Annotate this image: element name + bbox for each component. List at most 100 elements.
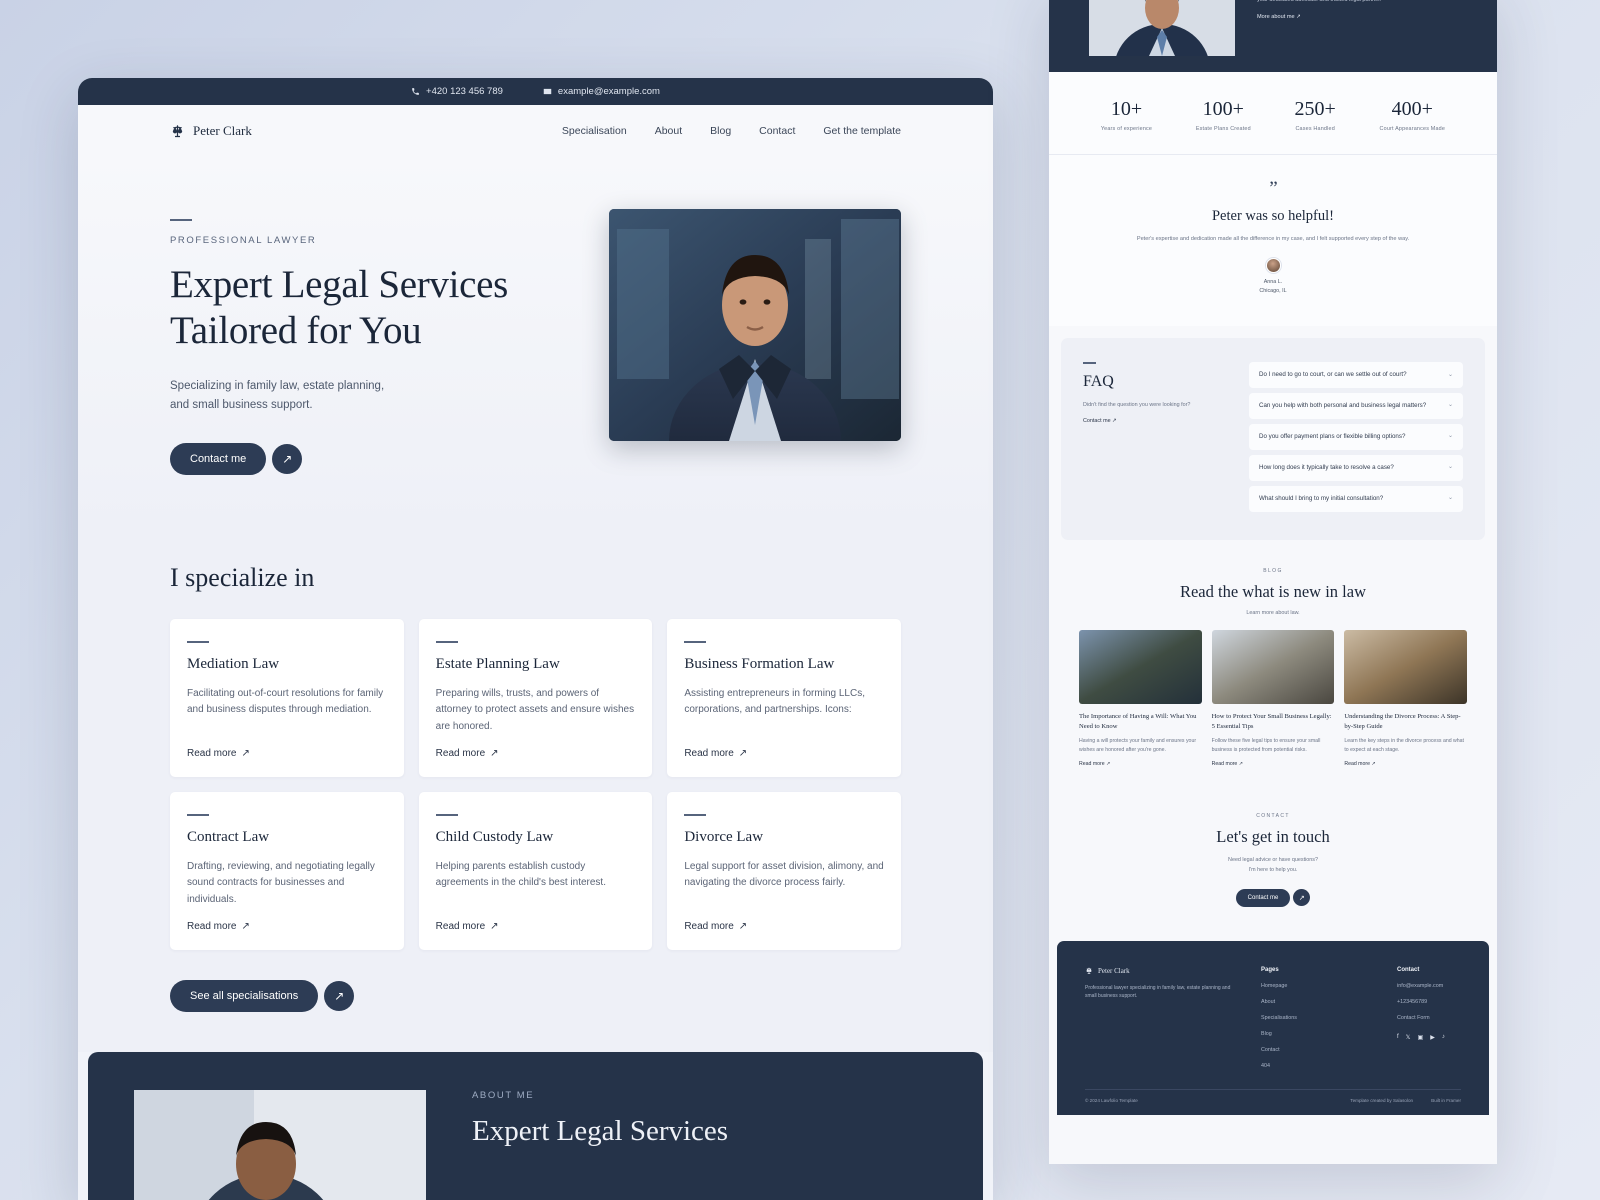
faq-item[interactable]: How long does it typically take to resol… xyxy=(1249,455,1463,482)
faq-item[interactable]: Do I need to go to court, or can we sett… xyxy=(1249,362,1463,389)
about-copy: ABOUT ME Expert Legal Services xyxy=(472,1090,728,1174)
secondary-page-mock: clients, offering clear guidance every s… xyxy=(1049,0,1497,1164)
footer-page-link[interactable]: Contact xyxy=(1261,1047,1371,1053)
nav-link-blog[interactable]: Blog xyxy=(710,125,731,137)
faq-item[interactable]: What should I bring to my initial consul… xyxy=(1249,486,1463,512)
hero-copy: PROFESSIONAL LAWYER Expert Legal Service… xyxy=(170,209,590,476)
instagram-icon[interactable]: ▣ xyxy=(1418,1034,1424,1041)
about-continued-section: clients, offering clear guidance every s… xyxy=(1049,0,1497,116)
about-title: Expert Legal Services xyxy=(472,1115,729,1148)
youtube-icon[interactable]: ▶ xyxy=(1430,1034,1435,1041)
read-more-link[interactable]: Read more ↗ xyxy=(187,748,387,759)
hero-subtitle-line-2: and small business support. xyxy=(170,399,313,412)
see-all-arrow-button[interactable]: ↗ xyxy=(324,981,355,1012)
footer-page-link[interactable]: Specialisations xyxy=(1261,1015,1371,1021)
faq-contact-link[interactable]: Contact me ↗ xyxy=(1083,418,1233,424)
blog-post-card[interactable]: Understanding the Divorce Process: A Ste… xyxy=(1344,629,1467,767)
blog-post-card[interactable]: The Importance of Having a Will: What Yo… xyxy=(1079,629,1202,767)
about-portrait-image xyxy=(134,1090,426,1200)
see-all-specialisations-button[interactable]: See all specialisations xyxy=(170,980,319,1013)
x-twitter-icon[interactable]: 𝕏 xyxy=(1406,1034,1411,1041)
faq-wrapper: FAQ Didn't find the question you were lo… xyxy=(1049,326,1497,552)
chevron-down-icon: ⌄ xyxy=(1447,433,1453,440)
facebook-icon[interactable]: f xyxy=(1397,1034,1399,1041)
blog-post-title: How to Protect Your Small Business Legal… xyxy=(1211,712,1332,730)
read-more-link[interactable]: Read more ↗ xyxy=(436,748,636,759)
contact-section-arrow-button[interactable]: ↗ xyxy=(1293,889,1311,907)
testimonial-headline: Peter was so helpful! xyxy=(1211,208,1334,225)
contact-body: Need legal advice or have questions? I'm… xyxy=(1079,856,1467,875)
tiktok-icon[interactable]: ♪ xyxy=(1442,1034,1445,1041)
contact-me-arrow-button[interactable]: ↗ xyxy=(272,444,303,475)
footer-page-link[interactable]: 404 xyxy=(1261,1063,1371,1069)
read-more-label: Read more xyxy=(435,921,486,933)
contact-me-button[interactable]: Contact me xyxy=(170,443,267,476)
hero-title-line-1: Expert Legal Services xyxy=(170,263,509,306)
testimonial-body: Peter's expertise and dedication made al… xyxy=(1136,236,1410,243)
blog-read-more-link[interactable]: Read more ↗ xyxy=(1344,761,1467,767)
contact-body-line-2: I'm here to help you. xyxy=(1248,866,1298,873)
contact-cta-group: Contact me ↗ xyxy=(1235,888,1311,907)
footer-page-link[interactable]: Blog xyxy=(1261,1031,1371,1037)
faq-accordion: Do I need to go to court, or can we sett… xyxy=(1249,362,1463,512)
footer-bottom-bar: © 2024 Lawfolio Template Template create… xyxy=(1085,1088,1461,1103)
topbar-email[interactable]: example@example.com xyxy=(543,86,660,97)
blog-post-excerpt: Having a will protects your family and e… xyxy=(1079,738,1197,753)
specialisation-card: Estate Planning Law Preparing wills, trus… xyxy=(418,619,653,778)
read-more-link[interactable]: Read more ↗ xyxy=(684,921,884,932)
footer-brand[interactable]: Peter Clark xyxy=(1085,967,1235,975)
more-about-me-link[interactable]: More about me ↗ xyxy=(1257,14,1457,20)
utility-topbar: +420 123 456 789 example@example.com xyxy=(78,78,993,105)
blog-post-card[interactable]: How to Protect Your Small Business Legal… xyxy=(1211,629,1335,767)
footer-contact-title: Contact xyxy=(1397,966,1420,973)
contact-section-button[interactable]: Contact me xyxy=(1235,888,1291,907)
brand-logo[interactable]: Peter Clark xyxy=(170,123,252,139)
faq-question: Do you offer payment plans or flexible b… xyxy=(1259,433,1406,441)
footer-credit-template[interactable]: Template created by Salasolon xyxy=(1350,1098,1413,1103)
main-navbar: Peter Clark Specialisation About Blog Co… xyxy=(78,105,993,157)
about-continued-body: clients, offering clear guidance every s… xyxy=(1257,0,1457,5)
faq-question: How long does it typically take to resol… xyxy=(1259,464,1394,472)
nav-link-specialisation[interactable]: Specialisation xyxy=(562,125,627,137)
blog-post-image xyxy=(1211,629,1335,704)
card-rule xyxy=(684,814,707,817)
card-body: Facilitating out-of-court resolutions fo… xyxy=(187,688,384,716)
footer-page-link[interactable]: Homepage xyxy=(1261,983,1371,989)
card-title: Estate Planning Law xyxy=(435,656,560,673)
hero-cta-group: Contact me ↗ xyxy=(170,443,590,476)
card-body: Helping parents establish custody agreem… xyxy=(435,861,606,889)
arrow-up-right-icon: ↗ xyxy=(738,748,748,760)
arrow-up-right-icon: ↗ xyxy=(241,921,250,933)
footer-page-link[interactable]: About xyxy=(1261,999,1371,1005)
read-more-link[interactable]: Read more ↗ xyxy=(436,921,636,932)
read-more-link[interactable]: Read more ↗ xyxy=(684,748,884,759)
faq-question: What should I bring to my initial consul… xyxy=(1259,495,1384,503)
faq-rule xyxy=(1083,362,1096,364)
footer-credit-framer[interactable]: Built in Framer xyxy=(1431,1098,1461,1103)
nav-link-get-the-template[interactable]: Get the template xyxy=(823,125,901,137)
read-more-label: Read more xyxy=(187,748,237,760)
topbar-phone[interactable]: +420 123 456 789 xyxy=(411,86,503,97)
footer-contact-link[interactable]: Contact Form xyxy=(1397,1015,1445,1021)
card-title: Divorce Law xyxy=(684,829,764,846)
read-more-link[interactable]: Read more ↗ xyxy=(187,921,387,932)
testimonial-section: ” Peter was so helpful! Peter's expertis… xyxy=(1049,155,1497,327)
footer-contact-link[interactable]: +123456789 xyxy=(1397,999,1445,1005)
blog-eyebrow: BLOG xyxy=(1263,567,1283,574)
stat-item: 10+ Years of experience xyxy=(1101,98,1152,132)
testimonial-location: Chicago, IL xyxy=(1259,288,1287,295)
blog-read-more-link[interactable]: Read more ↗ xyxy=(1212,761,1335,767)
footer-pages-column: Pages Homepage About Specialisations Blog Co… xyxy=(1261,967,1371,1069)
footer-contact-link[interactable]: info@example.com xyxy=(1397,983,1445,989)
faq-item[interactable]: Can you help with both personal and busi… xyxy=(1249,393,1463,420)
specialisation-card: Business Formation Law Assisting entrepre… xyxy=(667,619,901,778)
hero-eyebrow: PROFESSIONAL LAWYER xyxy=(170,235,317,246)
nav-link-about[interactable]: About xyxy=(655,125,682,137)
scales-of-justice-icon xyxy=(1086,967,1092,974)
faq-item[interactable]: Do you offer payment plans or flexible b… xyxy=(1249,424,1463,451)
specialisation-section: I specialize in Mediation Law Facilitatin… xyxy=(78,535,993,1053)
stat-label: Court Appearances Made xyxy=(1379,126,1446,132)
blog-post-excerpt: Learn the key steps in the divorce proce… xyxy=(1344,738,1464,753)
blog-read-more-link[interactable]: Read more ↗ xyxy=(1079,761,1202,767)
nav-link-contact[interactable]: Contact xyxy=(759,125,795,137)
